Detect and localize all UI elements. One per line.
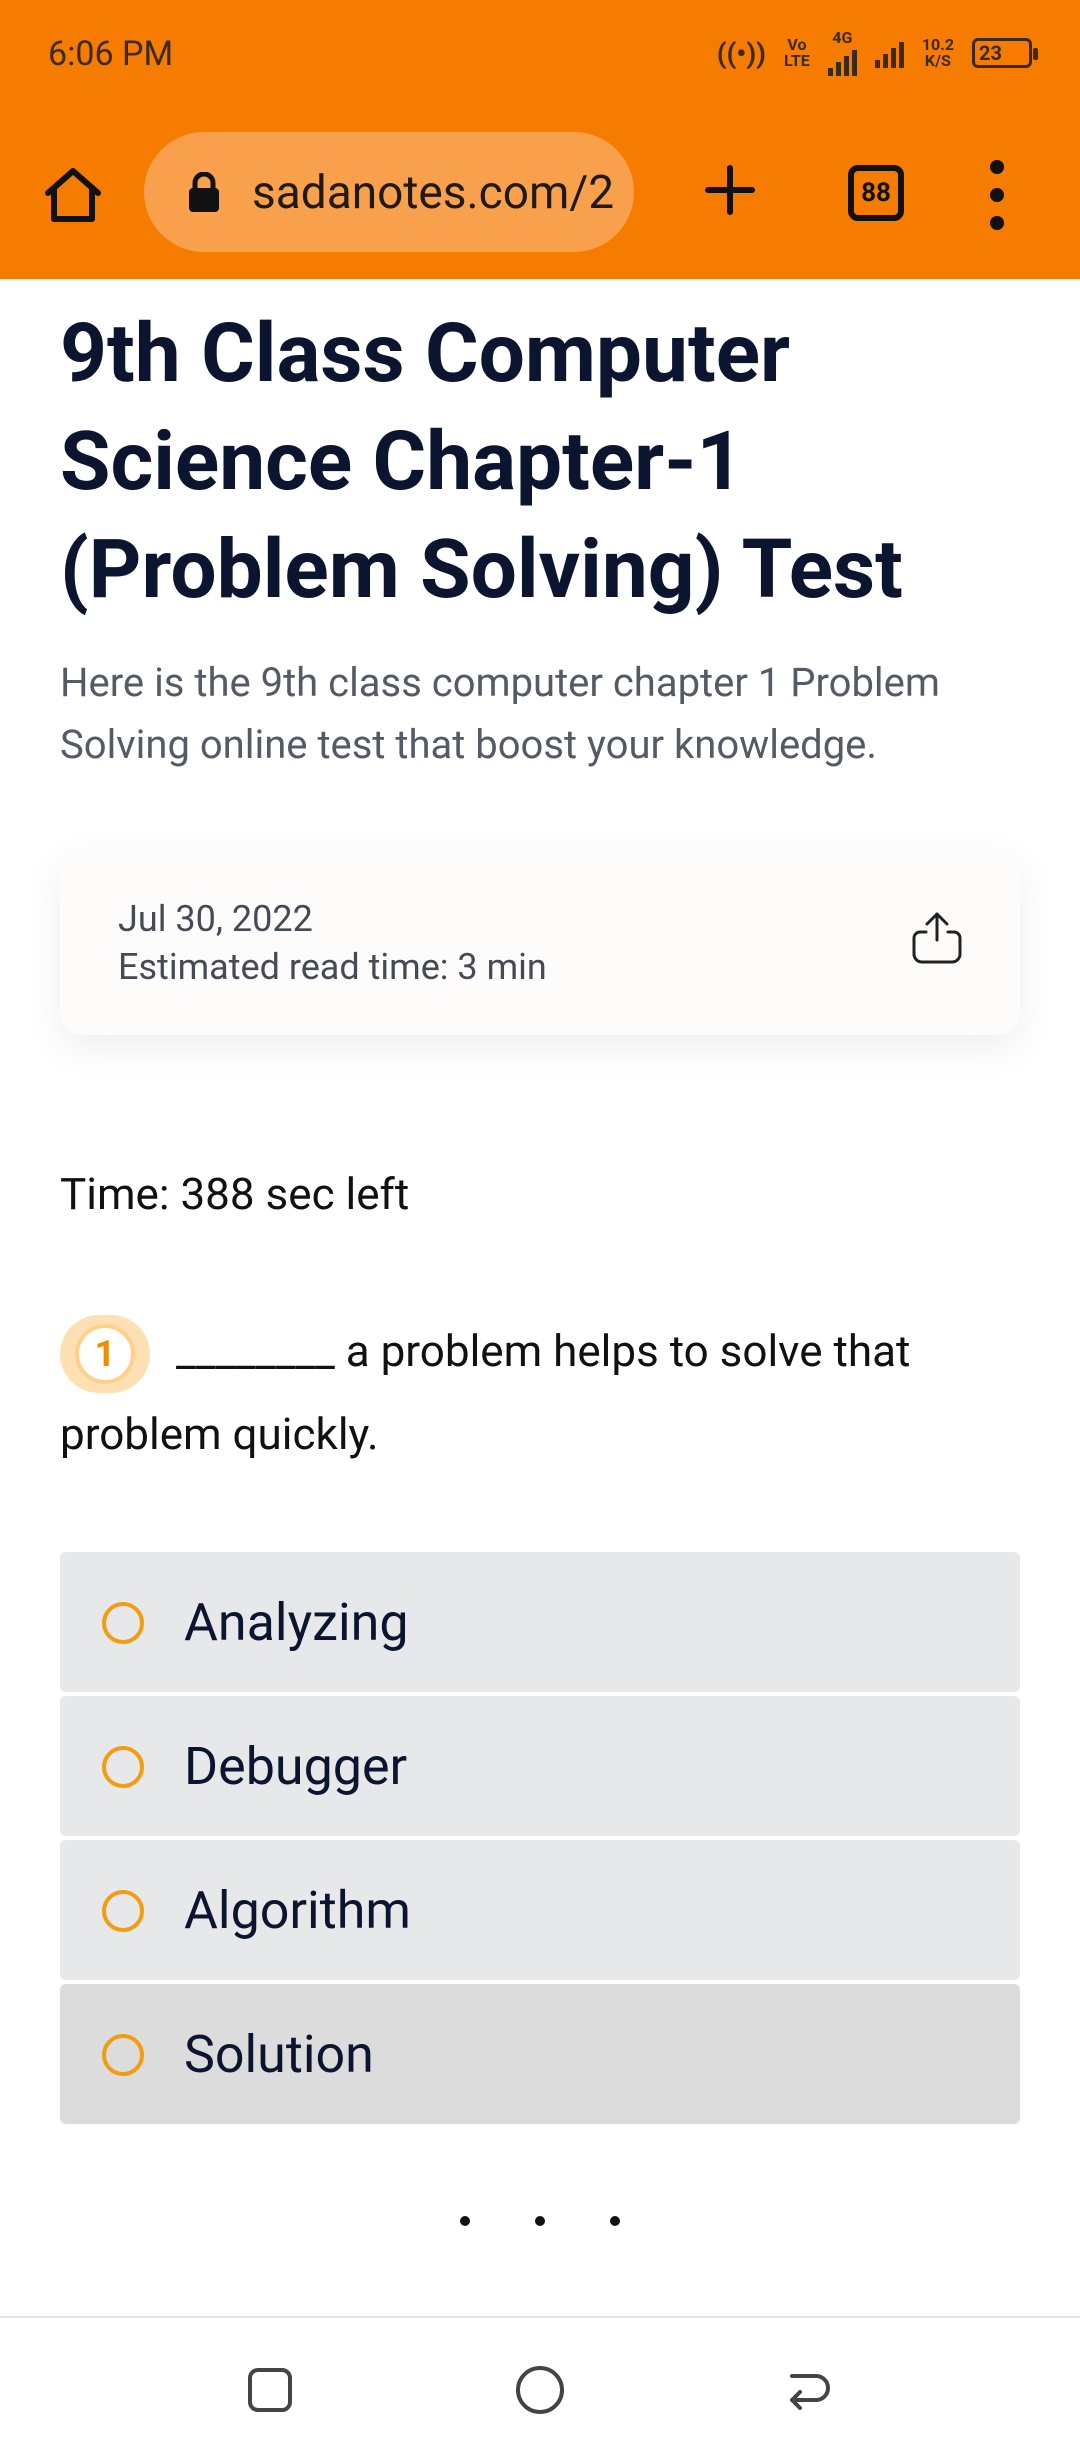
back-icon[interactable] — [782, 2366, 832, 2416]
speed-unit: K/S — [924, 51, 951, 70]
volte-bottom: LTE — [784, 51, 810, 70]
option-analyzing[interactable]: Analyzing — [60, 1552, 1020, 1692]
page-title: 9th Class Computer Science Chapter-1 (Pr… — [60, 306, 903, 618]
option-algorithm[interactable]: Algorithm — [60, 1840, 1020, 1980]
more-options-icon[interactable] — [982, 160, 1012, 230]
quiz-timer: Time: 388 sec left — [60, 1168, 410, 1220]
option-label: Analyzing — [184, 1592, 409, 1653]
radio-icon[interactable] — [102, 2034, 144, 2076]
loading-dots — [460, 2216, 620, 2226]
system-nav-bar — [0, 2316, 1080, 2460]
lock-icon — [189, 172, 219, 212]
read-time: Estimated read time: 3 min — [118, 946, 547, 988]
radio-icon[interactable] — [102, 1890, 144, 1932]
article-meta-card: Jul 30, 2022 Estimated read time: 3 min — [60, 850, 1020, 1035]
radio-icon[interactable] — [102, 1746, 144, 1788]
signal-bars-2 — [874, 38, 904, 68]
option-label: Solution — [184, 2024, 374, 2085]
new-tab-icon[interactable] — [700, 160, 760, 220]
tab-switcher-button[interactable]: 88 — [848, 165, 904, 221]
hotspot-icon: ((•)) — [716, 36, 767, 70]
home-nav-icon[interactable] — [516, 2366, 564, 2414]
network-speed: 10.2 K/S — [922, 37, 954, 69]
radio-icon[interactable] — [102, 1602, 144, 1644]
option-solution[interactable]: Solution — [60, 1984, 1020, 2124]
answer-options: Analyzing Debugger Algorithm Solution — [60, 1552, 1020, 2128]
question-number: 1 — [75, 1324, 135, 1385]
signal-bars-1 — [827, 46, 857, 76]
publish-date: Jul 30, 2022 — [118, 898, 313, 940]
battery-level: 23 — [979, 41, 1002, 65]
share-icon[interactable] — [910, 910, 964, 966]
recent-apps-icon[interactable] — [248, 2368, 292, 2412]
question-text: ________ a problem helps to solve that p… — [60, 1325, 911, 1461]
status-icons: ((•)) Vo LTE 4G 10.2 K/S 23 — [716, 28, 1038, 76]
home-icon[interactable] — [40, 165, 106, 225]
question-number-badge: 1 — [60, 1315, 150, 1394]
status-time: 6:06 PM — [48, 34, 174, 74]
option-label: Debugger — [184, 1736, 408, 1797]
browser-header: 6:06 PM ((•)) Vo LTE 4G 10.2 K/S 23 sada… — [0, 0, 1080, 279]
status-bar: 6:06 PM ((•)) Vo LTE 4G 10.2 K/S 23 — [0, 0, 1080, 110]
battery-icon: 23 — [972, 38, 1038, 68]
network-4g-icon: 4G — [827, 28, 857, 76]
browser-toolbar: sadanotes.com/2 88 — [0, 130, 1080, 255]
volte-icon: Vo LTE — [784, 37, 810, 69]
url-text[interactable]: sadanotes.com/2 — [252, 166, 622, 220]
page-subtitle: Here is the 9th class computer chapter 1… — [60, 659, 940, 768]
option-debugger[interactable]: Debugger — [60, 1696, 1020, 1836]
option-label: Algorithm — [184, 1880, 411, 1941]
url-bar[interactable]: sadanotes.com/2 — [144, 132, 634, 252]
network-type: 4G — [832, 28, 853, 47]
question: 1 ________ a problem helps to solve that … — [60, 1310, 1020, 1475]
